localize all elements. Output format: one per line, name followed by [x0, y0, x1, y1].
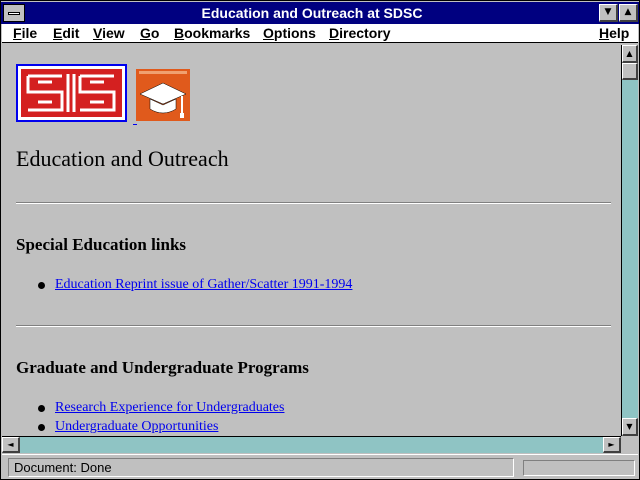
divider — [16, 325, 611, 327]
scroll-corner — [621, 436, 638, 453]
page-title: Education and Outreach — [16, 146, 229, 171]
status-text: Document: Done — [14, 460, 112, 475]
scroll-right-icon[interactable]: ► — [603, 437, 621, 453]
bullet-icon — [38, 405, 45, 412]
status-bar: Document: Done — [2, 454, 638, 479]
section-heading-special: Special Education links — [16, 235, 187, 254]
link-gather-scatter[interactable]: Education Reprint issue of Gather/Scatte… — [55, 277, 352, 293]
sdsc-logo[interactable] — [16, 64, 127, 122]
browser-window: Education and Outreach at SDSC ▼ ▲ File … — [0, 0, 640, 480]
window-title: Education and Outreach at SDSC — [201, 5, 423, 21]
scroll-left-icon[interactable]: ◄ — [2, 437, 20, 453]
menu-file[interactable]: File — [13, 25, 37, 41]
scroll-down-icon[interactable]: ▼ — [622, 418, 638, 436]
divider — [16, 202, 611, 204]
document-view[interactable]: Education and Outreach Special Education… — [2, 45, 621, 436]
link-undergraduate-opportunities[interactable]: Undergraduate Opportunities — [55, 419, 218, 435]
bullet-icon — [38, 282, 45, 289]
minimize-icon[interactable]: ▼ — [599, 4, 618, 22]
link-research-experience[interactable]: Research Experience for Undergraduates — [55, 400, 284, 416]
menu-bar: File Edit View Go Bookmarks Options Dire… — [2, 24, 638, 43]
menu-help[interactable]: Help — [599, 25, 629, 41]
horizontal-scrollbar[interactable]: ◄ ► — [2, 436, 621, 453]
scroll-thumb[interactable] — [622, 63, 638, 80]
section-heading-programs: Graduate and Undergraduate Programs — [16, 358, 309, 377]
progress-indicator — [523, 460, 635, 476]
menu-view[interactable]: View — [93, 25, 125, 41]
bullet-icon — [38, 424, 45, 431]
menu-go[interactable]: Go — [140, 25, 159, 41]
menu-options[interactable]: Options — [263, 25, 316, 41]
system-menu-icon[interactable] — [3, 4, 25, 22]
vertical-scrollbar[interactable]: ▲ ▼ — [621, 45, 638, 436]
menu-edit[interactable]: Edit — [53, 25, 79, 41]
link-underline — [133, 124, 137, 125]
menu-bookmarks[interactable]: Bookmarks — [174, 25, 250, 41]
scroll-up-icon[interactable]: ▲ — [622, 45, 638, 63]
title-bar[interactable]: Education and Outreach at SDSC ▼ ▲ — [1, 2, 639, 24]
menu-directory[interactable]: Directory — [329, 25, 390, 41]
maximize-icon[interactable]: ▲ — [619, 4, 638, 22]
graduation-cap-logo[interactable] — [136, 69, 190, 121]
